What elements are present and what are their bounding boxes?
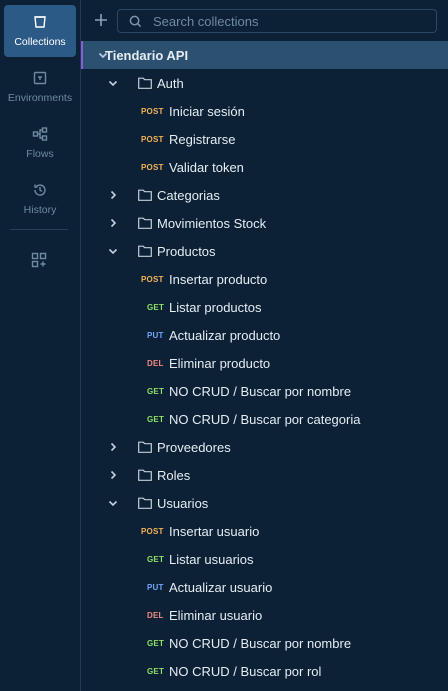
folder-movimientos-stock[interactable]: Movimientos Stock <box>81 209 448 237</box>
collections-toolbar <box>81 0 448 41</box>
request-name: Actualizar producto <box>169 327 281 343</box>
folder-name: Usuarios <box>157 495 209 511</box>
add-workspace-icon <box>31 252 47 268</box>
chevron-down-icon <box>108 500 118 507</box>
request-name: Iniciar sesión <box>169 103 245 119</box>
chevron-right-icon <box>110 470 117 480</box>
request-name: Listar productos <box>169 299 262 315</box>
chevron-down-icon <box>108 248 118 255</box>
history-icon <box>34 184 46 196</box>
environments-icon <box>33 71 47 85</box>
request-item[interactable]: GET NO CRUD / Buscar por nombre <box>81 377 448 405</box>
request-name: Actualizar usuario <box>169 579 273 595</box>
method-badge-post: POST <box>141 162 164 172</box>
rail-item-label: Environments <box>7 92 73 104</box>
rail-item-collections[interactable]: Collections <box>4 5 76 57</box>
request-item[interactable]: POST Registrarse <box>81 125 448 153</box>
request-name: Validar token <box>169 159 244 175</box>
folder-icon <box>138 245 152 257</box>
request-item[interactable]: POST Insertar usuario <box>81 517 448 545</box>
rail-item-label: History <box>23 204 57 216</box>
collections-icon <box>34 16 46 28</box>
add-workspace-button[interactable] <box>28 249 50 271</box>
method-badge-get: GET <box>147 666 165 676</box>
method-badge-del: DEL <box>147 610 164 620</box>
request-name: Listar usuarios <box>169 551 254 567</box>
request-name: NO CRUD / Buscar por rol <box>169 663 322 679</box>
folder-productos[interactable]: Productos <box>81 237 448 265</box>
request-item[interactable]: GET Listar usuarios <box>81 545 448 573</box>
chevron-right-icon <box>110 190 117 200</box>
folder-icon <box>138 217 152 229</box>
flows-icon <box>32 127 48 141</box>
rail-item-environments[interactable]: Environments <box>4 61 76 113</box>
method-badge-get: GET <box>147 386 165 396</box>
method-badge-post: POST <box>141 134 164 144</box>
request-item[interactable]: PUT Actualizar usuario <box>81 573 448 601</box>
request-name: NO CRUD / Buscar por nombre <box>169 635 352 651</box>
request-item[interactable]: GET NO CRUD / Buscar por rol <box>81 657 448 685</box>
method-badge-post: POST <box>141 106 164 116</box>
new-collection-button[interactable] <box>91 10 111 30</box>
folder-categorias[interactable]: Categorias <box>81 181 448 209</box>
chevron-right-icon <box>110 442 117 452</box>
method-badge-get: GET <box>147 554 165 564</box>
request-item[interactable]: DEL Eliminar usuario <box>81 601 448 629</box>
search-box <box>117 9 437 33</box>
request-item[interactable]: DEL Eliminar producto <box>81 349 448 377</box>
method-badge-post: POST <box>141 274 164 284</box>
folder-icon <box>138 189 152 201</box>
request-name: NO CRUD / Buscar por nombre <box>169 383 352 399</box>
folder-name: Auth <box>157 75 184 91</box>
plus-icon <box>95 14 107 26</box>
method-badge-get: GET <box>147 414 165 424</box>
rail-item-label: Flows <box>26 148 54 160</box>
chevron-right-icon <box>110 218 117 228</box>
folder-icon <box>138 77 152 89</box>
folder-auth[interactable]: Auth <box>81 69 448 97</box>
method-badge-get: GET <box>147 638 165 648</box>
request-item[interactable]: POST Insertar producto <box>81 265 448 293</box>
search-input[interactable] <box>151 12 415 30</box>
folder-usuarios[interactable]: Usuarios <box>81 489 448 517</box>
request-item[interactable]: GET NO CRUD / Buscar por nombre <box>81 629 448 657</box>
folder-proveedores[interactable]: Proveedores <box>81 433 448 461</box>
request-name: Insertar usuario <box>169 523 260 539</box>
folder-icon <box>138 469 152 481</box>
folder-name: Roles <box>157 467 191 483</box>
request-name: NO CRUD / Buscar por categoria <box>169 411 361 427</box>
rail-item-label: Collections <box>14 36 66 48</box>
collections-panel: Tiendario API Auth POST Iniciar sesión P… <box>81 0 448 691</box>
method-badge-put: PUT <box>147 582 164 592</box>
method-badge-put: PUT <box>147 330 164 340</box>
folder-icon <box>138 497 152 509</box>
method-badge-del: DEL <box>147 358 164 368</box>
request-item[interactable]: PUT Actualizar producto <box>81 321 448 349</box>
folder-icon <box>138 441 152 453</box>
folder-name: Movimientos Stock <box>157 215 267 231</box>
request-item[interactable]: POST Iniciar sesión <box>81 97 448 125</box>
folder-name: Productos <box>157 243 216 259</box>
rail-divider <box>10 229 68 230</box>
collection-name: Tiendario API <box>105 47 189 63</box>
folder-roles[interactable]: Roles <box>81 461 448 489</box>
request-item[interactable]: GET Listar productos <box>81 293 448 321</box>
rail-item-flows[interactable]: Flows <box>4 117 76 169</box>
search-icon <box>129 15 142 27</box>
rail-item-history[interactable]: History <box>4 173 76 225</box>
request-name: Insertar producto <box>169 271 268 287</box>
method-badge-post: POST <box>141 526 164 536</box>
request-item[interactable]: POST Validar token <box>81 153 448 181</box>
request-name: Eliminar usuario <box>169 607 263 623</box>
folder-name: Proveedores <box>157 439 231 455</box>
folder-name: Categorias <box>157 187 220 203</box>
request-name: Eliminar producto <box>169 355 271 371</box>
collection-tree: Tiendario API Auth POST Iniciar sesión P… <box>81 41 448 685</box>
request-name: Registrarse <box>169 131 236 147</box>
method-badge-get: GET <box>147 302 165 312</box>
request-item[interactable]: GET NO CRUD / Buscar por categoria <box>81 405 448 433</box>
chevron-down-icon <box>108 80 118 87</box>
activity-rail: Collections Environments Flows History <box>0 0 81 691</box>
tree-root-tiendario-api[interactable]: Tiendario API <box>81 41 448 69</box>
